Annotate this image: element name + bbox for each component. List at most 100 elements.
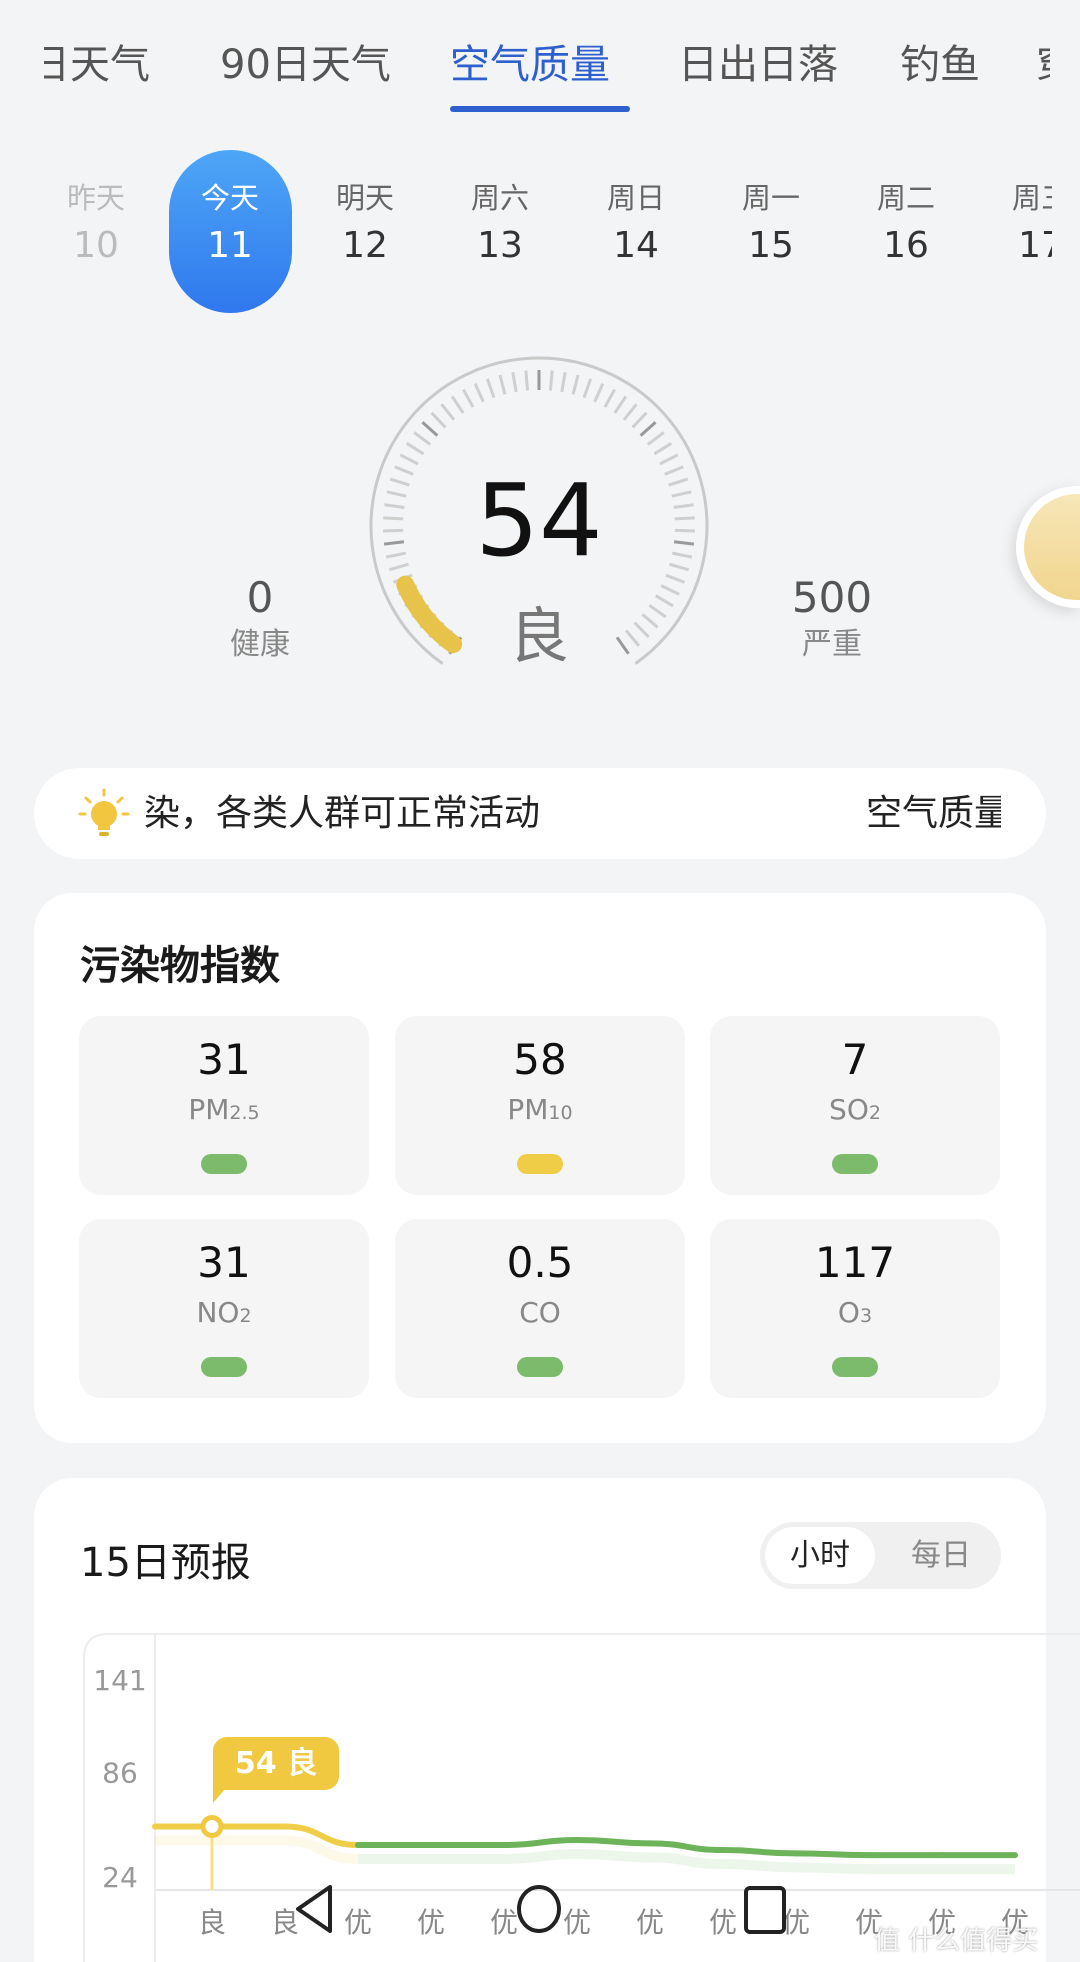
pollutant-symbol: SO [829,1093,869,1126]
gauge-tick [430,411,447,429]
pollutant-value: 31 [197,1238,251,1287]
forecast-mode-toggle: 小时 每日 [760,1522,1001,1589]
line-shadow-segment [795,1862,870,1875]
pollutant-name: NO2 [79,1295,369,1334]
x-tick-label: 优 [490,1906,518,1939]
pollutant-cell[interactable]: 7 SO2 [710,1016,1000,1195]
gauge-tick [450,395,465,414]
x-tick-label: 优 [636,1906,664,1939]
gauge-tick [582,378,593,399]
pollutant-subscript: 3 [859,1305,873,1327]
gauge-tick [571,374,580,395]
nav-home-icon[interactable] [515,1883,563,1935]
gauge-tick [659,453,679,466]
gauge-tick [399,453,419,466]
pollutant-subscript: 10 [548,1102,573,1124]
gauge-tick [413,431,432,446]
pollutant-level-indicator [201,1357,247,1377]
toggle-hourly[interactable]: 小时 [765,1527,875,1584]
pollutant-subscript: 2 [868,1102,881,1124]
x-tick-label: 良 [198,1906,226,1939]
highlight-point[interactable] [200,1814,224,1838]
gauge-tick [473,383,485,403]
gauge-max-label: 严重 [802,627,862,662]
gauge-tick [603,388,616,408]
x-tick-label: 优 [563,1906,591,1939]
pollutant-level-indicator [832,1154,878,1174]
pollutant-subscript: 2.5 [229,1102,260,1124]
pollutant-name: PM10 [395,1092,685,1131]
gauge-tick [593,383,605,403]
pollutant-level-indicator [517,1154,563,1174]
pollutant-symbol: O [837,1296,860,1329]
gauge-tick [498,374,507,395]
gauge-tick [641,613,659,629]
line-shadow-segment [576,1848,651,1863]
pollutant-cell[interactable]: 117 O3 [710,1219,1000,1398]
pollutant-name: O3 [710,1295,1000,1334]
pollutant-symbol: PM [507,1093,549,1126]
gauge-tick [548,370,554,391]
nav-recents-icon[interactable] [743,1885,787,1935]
gauge-tick [405,442,425,456]
gauge-tick [655,594,674,608]
y-tick-label: 24 [102,1861,138,1894]
pollutant-cell[interactable]: 31 NO2 [79,1219,369,1398]
y-tick-label: 141 [93,1664,146,1697]
pollutant-cell[interactable]: 31 PM2.5 [79,1016,369,1195]
pollutant-value: 7 [841,1035,869,1084]
gauge-tick [440,403,456,421]
pollutant-value: 31 [197,1035,251,1084]
x-tick-label: 优 [344,1906,372,1939]
pollutant-symbol: CO [519,1296,561,1329]
pollutant-card-title: 污染物指数 [80,943,280,989]
gauge-tick [639,421,657,437]
gauge-tick [622,403,638,421]
pollutant-index-card: 污染物指数 31 PM2.5 58 PM10 7 SO2 31 NO2 0.5 CO 117 O3 [34,893,1046,1443]
x-tick-label: 优 [417,1906,445,1939]
pollutant-name: CO [395,1295,685,1334]
gauge-min-value: 0 [246,573,274,622]
gauge-min: 0 健康 [180,573,340,667]
forecast-title: 15日预报 [80,1540,251,1586]
pollutant-name: SO2 [710,1092,1000,1131]
gauge-tick [648,604,667,619]
gauge-tick [485,378,496,399]
gauge-tick [660,584,680,596]
tooltip-pointer [213,1789,225,1803]
pollutant-level-indicator [201,1154,247,1174]
line-segment [647,1840,726,1854]
aqi-value: 54 [475,462,603,579]
gauge-min-label: 健康 [230,627,290,662]
lightbulb-icon [78,788,130,836]
gauge-tick [560,371,567,393]
pollutant-value: 117 [814,1238,896,1287]
pollutant-value: 58 [513,1035,567,1084]
gauge-tick [421,421,439,437]
pollutant-level-indicator [832,1357,878,1377]
gauge-tick [462,388,475,408]
line-segment [720,1847,799,1857]
x-tick-label: 优 [709,1906,737,1939]
line-shadow-segment [649,1852,724,1870]
gauge-tick [511,371,518,393]
pollutant-name: PM2.5 [79,1092,369,1131]
pollutant-level-indicator [517,1357,563,1377]
gauge-tick [613,395,628,414]
health-tip-banner[interactable]: 染，各类人群可正常活动 空气质量 [34,768,1046,859]
line-shadow-segment [722,1859,797,1873]
gauge-tick [524,370,530,391]
pollutant-cell[interactable]: 58 PM10 [395,1016,685,1195]
pollutant-subscript: 2 [239,1305,252,1327]
toggle-daily[interactable]: 每日 [886,1527,996,1584]
line-shadow-segment [503,1848,578,1865]
pollutant-cell[interactable]: 0.5 CO [395,1219,685,1398]
line-segment [793,1850,872,1859]
y-tick-label: 86 [102,1757,138,1790]
pollutant-symbol: PM [188,1093,230,1126]
pollutant-value: 0.5 [506,1238,574,1287]
nav-back-icon[interactable] [292,1883,336,1935]
pollutant-symbol: NO [196,1296,240,1329]
watermark: 值 什么值得买 [874,1926,1039,1956]
line-segment [574,1836,653,1847]
